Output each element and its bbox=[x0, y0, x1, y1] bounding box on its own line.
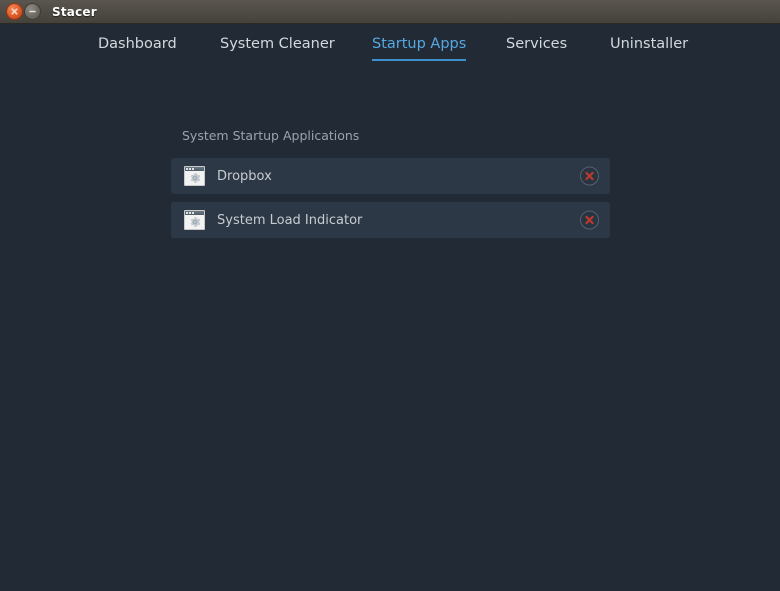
section-title: System Startup Applications bbox=[182, 128, 360, 143]
delete-circle-icon[interactable] bbox=[580, 166, 599, 186]
close-glyph bbox=[11, 8, 18, 15]
gear-glyph bbox=[190, 217, 200, 227]
tab-system-cleaner[interactable]: System Cleaner bbox=[220, 36, 335, 59]
tab-bar: Dashboard System Cleaner Startup Apps Se… bbox=[0, 24, 780, 72]
icon-titlebar-strip bbox=[185, 211, 204, 215]
list-item[interactable]: System Load Indicator bbox=[171, 202, 610, 238]
tab-uninstaller[interactable]: Uninstaller bbox=[610, 36, 688, 59]
delete-circle-icon[interactable] bbox=[580, 210, 599, 230]
close-icon[interactable] bbox=[6, 3, 23, 20]
icon-titlebar-strip bbox=[185, 167, 204, 171]
minimize-icon[interactable] bbox=[24, 3, 41, 20]
startup-apps-panel: System Startup Applications Dropbox Syst… bbox=[0, 72, 780, 238]
delete-x-glyph bbox=[585, 171, 594, 181]
application-gear-icon bbox=[184, 166, 205, 186]
gear-glyph bbox=[190, 173, 200, 183]
tab-services[interactable]: Services bbox=[506, 36, 567, 59]
delete-x-glyph bbox=[585, 215, 594, 225]
tab-dashboard[interactable]: Dashboard bbox=[98, 36, 177, 59]
tab-startup-apps[interactable]: Startup Apps bbox=[372, 36, 467, 61]
window-controls bbox=[6, 3, 41, 20]
list-item[interactable]: Dropbox bbox=[171, 158, 610, 194]
window-titlebar: Stacer bbox=[0, 0, 780, 24]
window-title: Stacer bbox=[52, 4, 97, 19]
minimize-glyph bbox=[29, 10, 36, 13]
list-item-label: Dropbox bbox=[217, 168, 272, 184]
list-item-label: System Load Indicator bbox=[217, 212, 363, 228]
startup-apps-list: Dropbox System Load Indicator bbox=[171, 158, 610, 238]
application-gear-icon bbox=[184, 210, 205, 230]
app-window: Dashboard System Cleaner Startup Apps Se… bbox=[0, 24, 780, 591]
